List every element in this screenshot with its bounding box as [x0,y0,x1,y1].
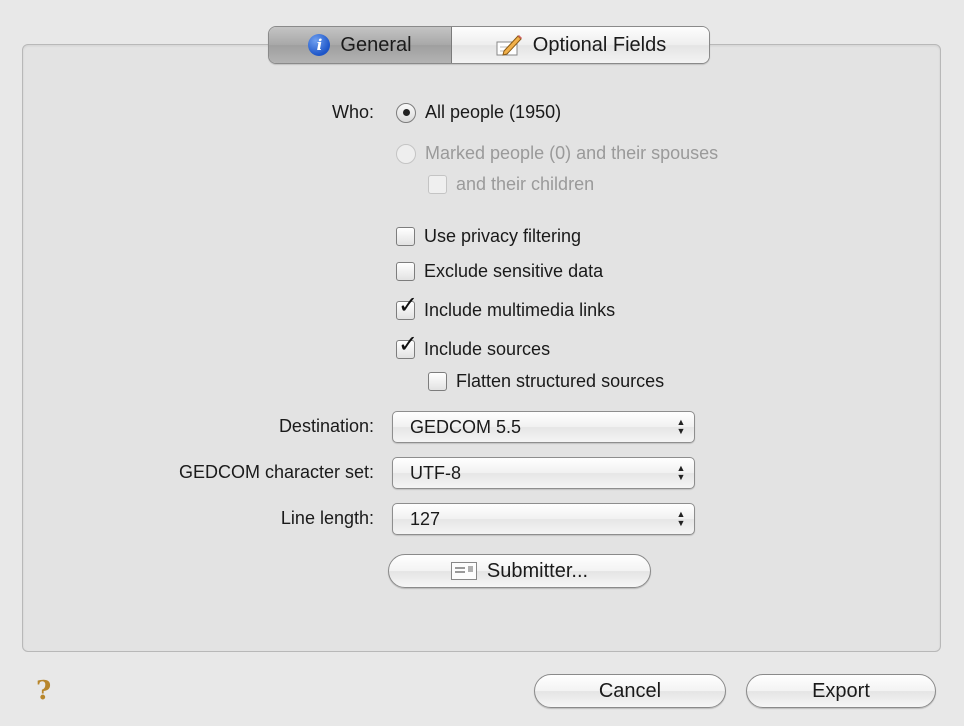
and-children-label: and their children [456,174,595,194]
flatten-sources-checkbox[interactable]: Flatten structured sources [428,371,664,392]
line-length-select[interactable]: 127 ▲ ▼ [392,503,695,535]
line-length-value: 127 [410,508,441,529]
checkbox-checked[interactable]: ✓ [396,333,418,359]
info-icon: i [308,34,331,56]
charset-value: UTF-8 [410,462,461,483]
checkbox[interactable] [396,262,415,281]
cancel-button[interactable]: Cancel [534,674,726,708]
help-icon[interactable]: ? [36,676,51,706]
all-people-radio[interactable]: All people (1950) [396,102,561,123]
updown-arrows-icon: ▲ ▼ [676,417,686,436]
flatten-sources-label: Flatten structured sources [456,371,665,391]
tab-general-label: General [340,33,412,56]
include-sources-checkbox[interactable]: ✓ Include sources [396,333,551,360]
tab-general[interactable]: i General [269,27,452,63]
charset-label: GEDCOM character set: [178,462,374,482]
updown-arrows-icon: ▲ ▼ [676,463,686,482]
line-length-label: Line length: [280,508,374,528]
all-people-label: All people (1950) [425,102,562,122]
exclude-sensitive-checkbox[interactable]: Exclude sensitive data [396,261,603,282]
tab-optional-fields-label: Optional Fields [532,33,667,56]
updown-arrows-icon: ▲ ▼ [676,509,686,528]
document-icon [450,562,477,580]
pencil-icon [496,35,522,56]
destination-select[interactable]: GEDCOM 5.5 ▲ ▼ [392,411,695,443]
radio-button[interactable] [396,143,416,164]
checkbox[interactable] [396,227,415,246]
exclude-sensitive-label: Exclude sensitive data [424,261,604,281]
and-children-checkbox[interactable]: and their children [428,174,594,195]
checkbox[interactable] [428,372,447,391]
submitter-button[interactable]: Submitter... [388,554,651,588]
include-sources-label: Include sources [424,339,551,359]
destination-label: Destination: [278,416,374,436]
tab-optional-fields[interactable]: Optional Fields [452,27,709,63]
submitter-label: Submitter... [486,559,589,582]
checkbox-checked[interactable]: ✓ [396,294,418,320]
checkbox[interactable] [428,175,447,194]
multimedia-links-checkbox[interactable]: ✓ Include multimedia links [396,294,616,321]
destination-value: GEDCOM 5.5 [410,416,522,437]
who-label: Who: [331,102,374,122]
privacy-filter-label: Use privacy filtering [424,226,582,246]
multimedia-links-label: Include multimedia links [424,300,616,320]
checkmark-icon: ✓ [398,331,419,358]
radio-button-selected[interactable] [396,102,416,123]
marked-people-radio[interactable]: Marked people (0) and their spouses [396,143,718,164]
tab-bar: i General Optional Fields [268,26,710,64]
privacy-filter-checkbox[interactable]: Use privacy filtering [396,226,581,247]
charset-select[interactable]: UTF-8 ▲ ▼ [392,457,695,489]
checkmark-icon: ✓ [398,292,419,319]
marked-people-label: Marked people (0) and their spouses [425,143,719,163]
export-button[interactable]: Export [746,674,936,708]
